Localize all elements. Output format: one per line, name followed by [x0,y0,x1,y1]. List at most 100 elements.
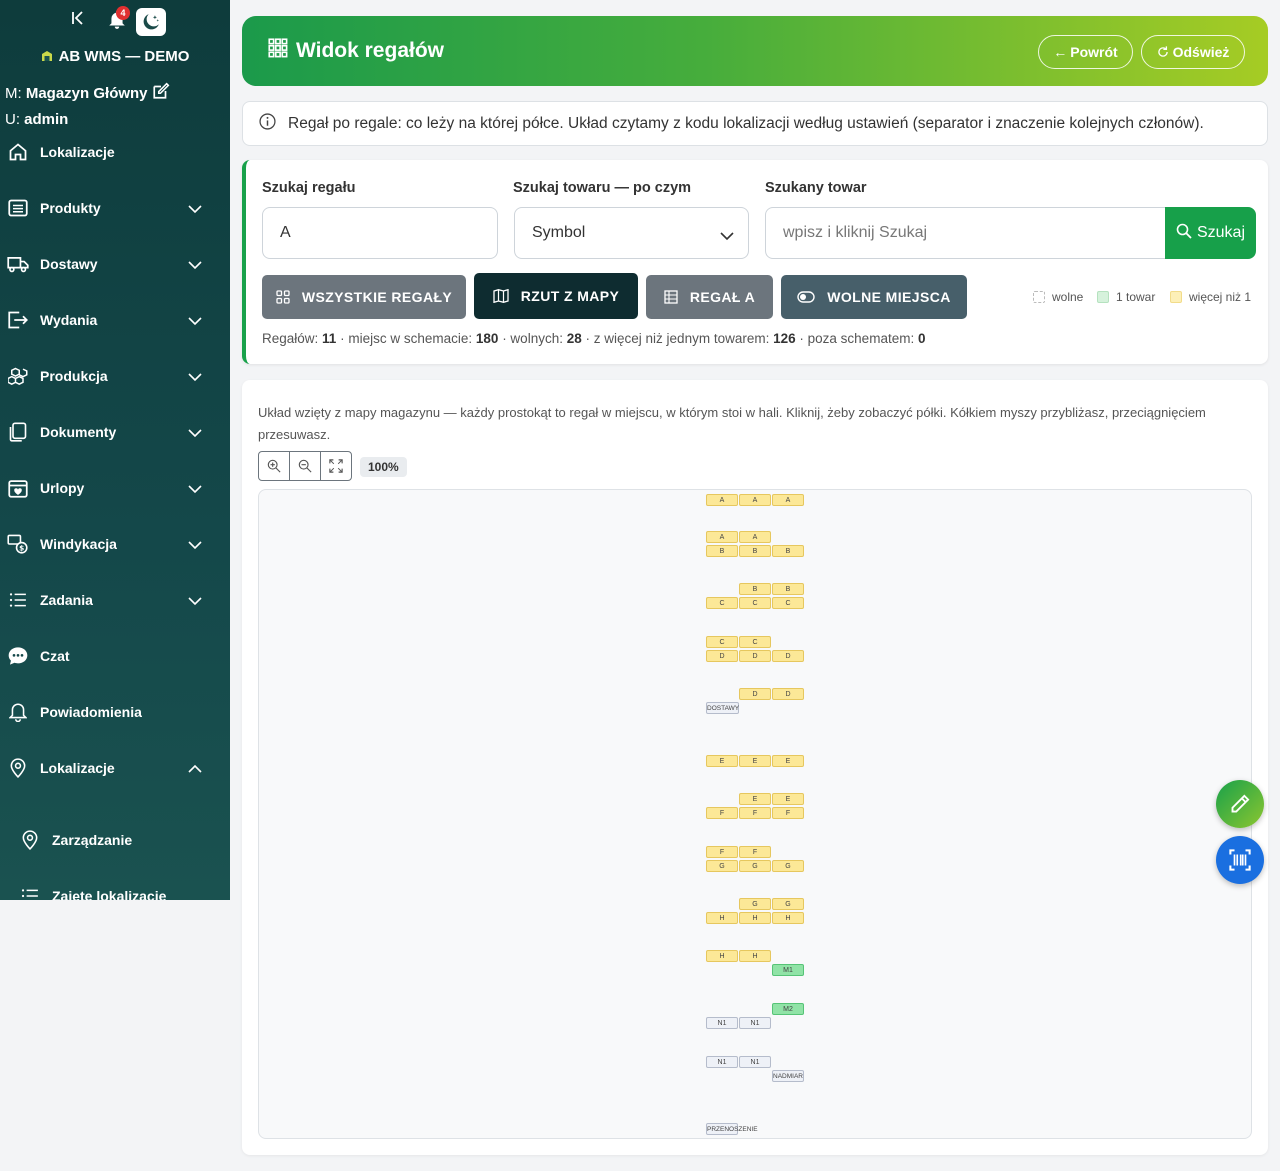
rack-h[interactable]: H [739,912,771,924]
rack-c[interactable]: C [739,636,771,648]
rack-a[interactable]: A [772,494,804,506]
rack-m1[interactable]: M1 [772,964,804,976]
rack-h[interactable]: H [772,912,804,924]
rack-search-input[interactable]: A [262,207,498,259]
warehouse-map-canvas[interactable]: AAAAABBBBBCCCCCDDDDDEEEEEFFFFFGGGGGHHHHH… [258,489,1252,1139]
rack-a[interactable]: A [706,494,738,506]
rack-f[interactable]: F [706,846,738,858]
rack-e[interactable]: E [739,793,771,805]
rack-c[interactable]: C [772,597,804,609]
nav-item-produkcja[interactable]: Produkcja [0,356,230,396]
info-circle-icon [259,112,276,135]
truck-icon [7,253,29,275]
svg-text:$: $ [19,543,24,552]
rack-f[interactable]: F [772,807,804,819]
rack-e[interactable]: E [772,793,804,805]
stats-outside: 0 [917,331,926,346]
rack-a[interactable]: A [706,531,738,543]
zone-dostawy[interactable]: DOSTAWY [706,702,739,714]
rack-n1[interactable]: N1 [706,1056,738,1068]
filter-free-places-button[interactable]: WOLNE MIEJSCA [781,275,967,319]
rack-c[interactable]: C [706,636,738,648]
nav-item-powiadomienia[interactable]: Powiadomienia [0,692,230,732]
nav-item-dokumenty[interactable]: Dokumenty [0,412,230,452]
scan-barcode-fab-button[interactable] [1216,836,1264,884]
nav-label: Dostawy [40,256,98,272]
edit-fab-button[interactable] [1216,780,1264,828]
rack-d[interactable]: D [706,650,738,662]
stats-places-label: · miejsc w schemacie: [340,331,473,346]
collapse-sidebar-icon[interactable] [70,10,86,31]
rack-d[interactable]: D [739,650,771,662]
rack-n1[interactable]: N1 [706,1017,738,1029]
rack-h[interactable]: H [706,912,738,924]
rack-a[interactable]: A [739,531,771,543]
zoom-in-button[interactable] [259,452,290,480]
rack-c[interactable]: C [739,597,771,609]
rack-f[interactable]: F [739,807,771,819]
chevron-down-icon [188,201,202,217]
legend-free-label: wolne [1052,290,1084,304]
search-button-label: Szukaj [1196,224,1246,241]
rack-m2[interactable]: M2 [772,1003,804,1015]
filter-map-button[interactable]: RZUT Z MAPY [474,273,638,319]
rack-h[interactable]: H [739,950,771,962]
legend-multi: więcej niż 1 [1170,290,1251,304]
nav-item-produkty[interactable]: Produkty [0,188,230,228]
back-button[interactable]: ← Powrót [1038,35,1133,69]
rack-g[interactable]: G [739,860,771,872]
chat-icon [7,645,29,667]
item-search-input[interactable]: wpisz i kliknij Szukaj [765,207,1166,259]
search-button[interactable]: Szukaj [1165,207,1256,259]
zone-nadmiar[interactable]: NADMIAR [772,1070,804,1082]
rack-n1[interactable]: N1 [739,1017,771,1029]
rack-g[interactable]: G [772,898,804,910]
page-header: Widok regałów ← Powrót Odśwież [242,16,1268,86]
rack-g[interactable]: G [739,898,771,910]
rack-d[interactable]: D [739,688,771,700]
fit-screen-button[interactable] [321,452,351,480]
rack-f[interactable]: F [706,807,738,819]
rack-b[interactable]: B [739,583,771,595]
refresh-button[interactable]: Odśwież [1141,35,1245,69]
nav-item-lokalizacje-top[interactable]: Lokalizacje [0,132,230,172]
nav-item-dostawy[interactable]: Dostawy [0,244,230,284]
nav-label: Produkcja [40,368,108,384]
nav-subitem-zarzadzanie[interactable]: Zarządzanie [0,820,230,860]
nav-item-zadania[interactable]: Zadania [0,580,230,620]
rack-a[interactable]: A [739,494,771,506]
nav-item-urlopy[interactable]: Urlopy [0,468,230,508]
nav-item-windykacja[interactable]: $ Windykacja [0,524,230,564]
nav-item-lokalizacje[interactable]: Lokalizacje [0,748,230,788]
nav-item-czat[interactable]: Czat [0,636,230,676]
rack-e[interactable]: E [706,755,738,767]
rack-e[interactable]: E [772,755,804,767]
legend-one: 1 towar [1097,290,1155,304]
zone-przenoszenie[interactable]: PRZENOSZENIE [706,1123,758,1135]
warehouse-line: M: Magazyn Główny [5,82,170,108]
rack-b[interactable]: B [772,583,804,595]
edit-warehouse-icon[interactable] [152,82,170,108]
rack-n1[interactable]: N1 [739,1056,771,1068]
rack-d[interactable]: D [772,688,804,700]
rack-b[interactable]: B [739,545,771,557]
rack-g[interactable]: G [706,860,738,872]
rack-f[interactable]: F [739,846,771,858]
rack-c[interactable]: C [706,597,738,609]
filter-rack-a-button[interactable]: REGAŁ A [646,275,773,319]
nav-subitem-zajete-lokalizacje[interactable]: Zajęte lokalizacje [0,876,230,900]
zoom-out-button[interactable] [290,452,321,480]
stats-multi: 126 [773,331,796,346]
rack-e[interactable]: E [739,755,771,767]
theme-toggle-moon-icon[interactable] [136,8,166,36]
nav-label: Powiadomienia [40,704,142,720]
search-by-select[interactable]: Symbol [514,207,749,259]
rack-b[interactable]: B [706,545,738,557]
rack-d[interactable]: D [772,650,804,662]
filter-all-racks-button[interactable]: WSZYSTKIE REGAŁY [262,275,466,319]
rack-b[interactable]: B [772,545,804,557]
rack-g[interactable]: G [772,860,804,872]
rack-h[interactable]: H [706,950,738,962]
documents-icon [7,421,29,443]
nav-item-wydania[interactable]: Wydania [0,300,230,340]
